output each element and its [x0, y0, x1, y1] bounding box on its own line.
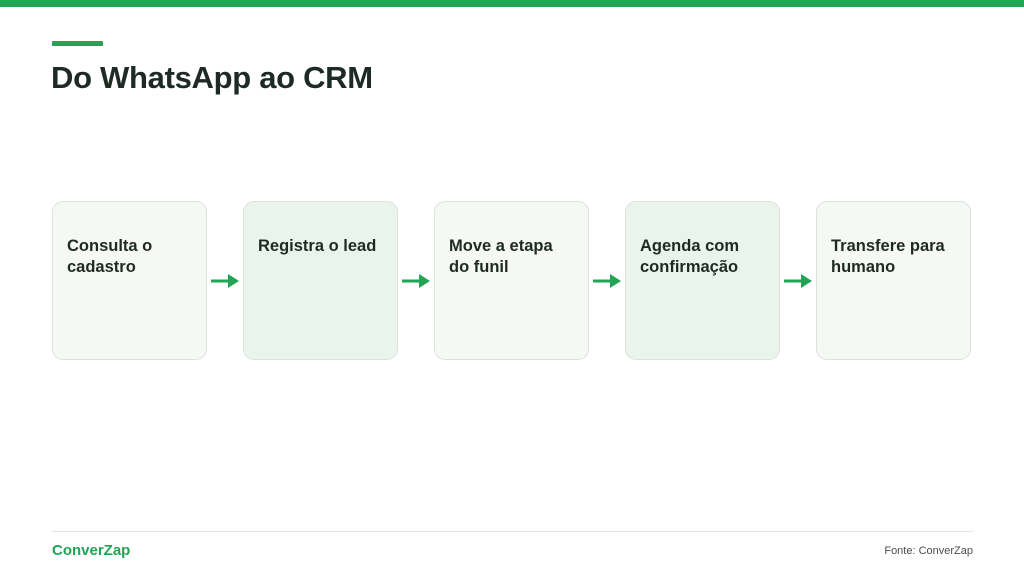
brand-logo-text: ConverZap	[52, 542, 131, 559]
arrow-right-icon	[402, 273, 430, 289]
step-card-registra: Registra o lead	[243, 201, 398, 360]
step-card-move: Move a etapa do funil	[434, 201, 589, 360]
source-note: Fonte: ConverZap	[884, 545, 973, 557]
step-label: Move a etapa do funil	[449, 237, 553, 276]
process-flow: Consulta o cadastro Registra o lead Move…	[52, 201, 973, 362]
arrow-right-icon	[593, 273, 621, 289]
step-card-agenda: Agenda com confirmação	[625, 201, 780, 360]
top-accent-bar	[0, 0, 1024, 7]
step-label: Consulta o cadastro	[67, 237, 153, 276]
step-card-transfere: Transfere para humano	[816, 201, 971, 360]
arrow-right-icon	[211, 273, 239, 289]
page-title: Do WhatsApp ao CRM	[51, 60, 373, 95]
footer-divider	[52, 531, 973, 532]
step-card-consulta: Consulta o cadastro	[52, 201, 207, 360]
step-label: Registra o lead	[258, 237, 377, 255]
step-label: Transfere para humano	[831, 237, 945, 276]
arrow-right-icon	[784, 273, 812, 289]
title-accent-line	[52, 41, 103, 46]
step-label: Agenda com confirmação	[640, 237, 740, 276]
